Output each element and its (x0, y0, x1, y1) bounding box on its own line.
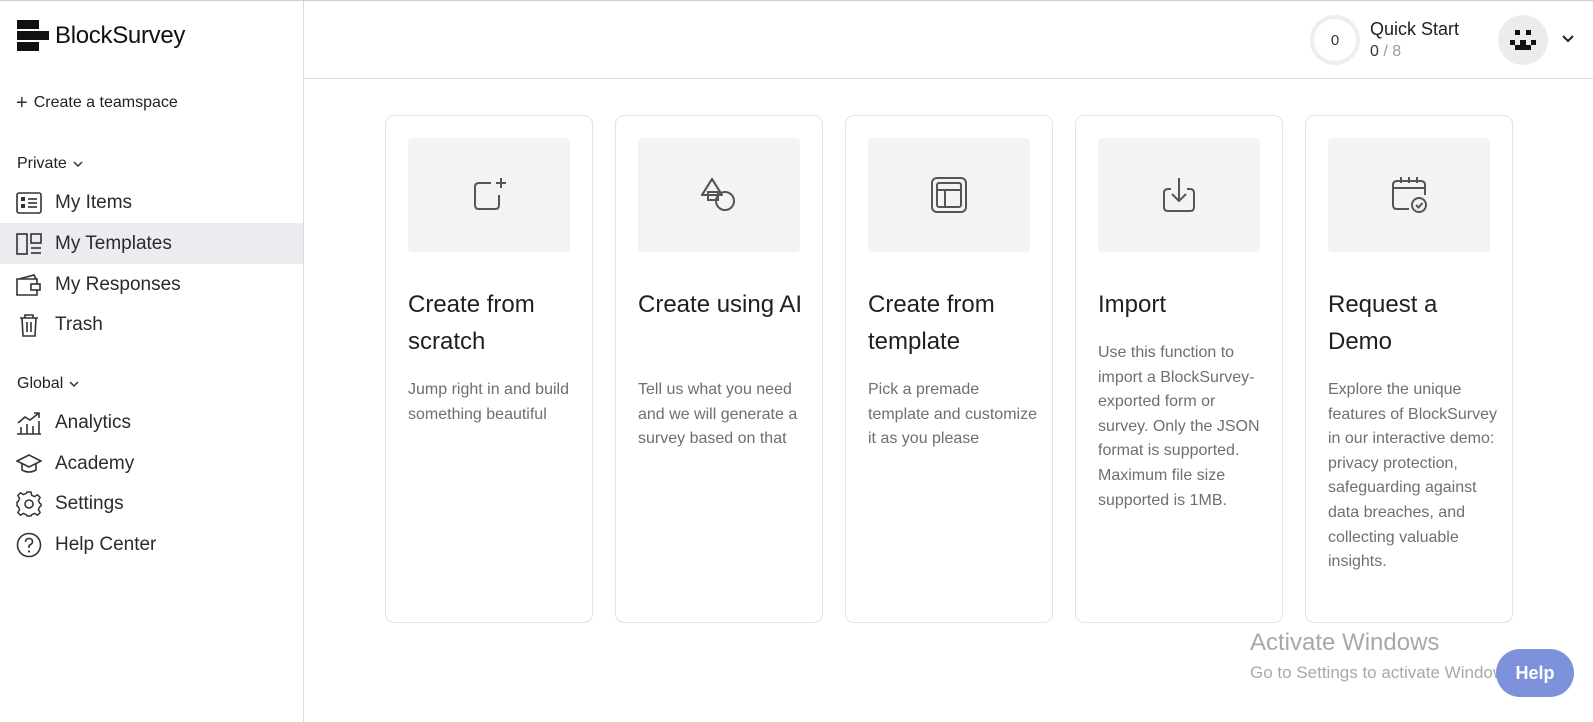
square-plus-icon (474, 178, 506, 210)
sidebar-item-label: My Items (55, 191, 133, 213)
sidebar-item-label: Trash (55, 313, 103, 335)
chevron-down-icon[interactable] (1560, 31, 1576, 47)
card-icon-box (1098, 138, 1260, 252)
sidebar-item-trash[interactable]: Trash (0, 304, 303, 345)
create-teamspace-button[interactable]: + Create a teamspace (16, 92, 178, 114)
shapes-icon (701, 178, 735, 211)
calendar-check-icon (1392, 177, 1427, 213)
private-section-label: Private (17, 155, 67, 172)
chevron-down-icon (69, 381, 79, 388)
sidebar-item-label: My Templates (55, 232, 172, 254)
graduation-cap-icon (16, 453, 42, 473)
quick-start-progress-ring[interactable]: 0 (1310, 15, 1360, 65)
global-section-toggle[interactable]: Global (17, 375, 81, 393)
templates-icon (16, 232, 42, 255)
sidebar-item-label: Analytics (55, 411, 132, 433)
card-description: Jump right in and build something beauti… (408, 381, 569, 423)
download-icon (1163, 178, 1195, 212)
analytics-icon (17, 411, 41, 435)
private-section-toggle[interactable]: Private (17, 155, 85, 173)
card-title: Create from scratch (408, 291, 535, 355)
plus-icon: + (16, 92, 28, 114)
sidebar-item-my-templates[interactable]: My Templates (0, 223, 303, 264)
sidebar-item-my-responses[interactable]: My Responses (0, 264, 303, 305)
layout-icon (931, 177, 967, 213)
quick-start-ring-value: 0 (1330, 31, 1340, 49)
chevron-down-icon (73, 161, 83, 168)
sidebar-item-my-items[interactable]: My Items (0, 182, 303, 223)
quick-start-done: 0 (1370, 43, 1379, 60)
gear-icon (16, 490, 42, 517)
card-description: Use this function to import a BlockSurve… (1098, 344, 1260, 509)
help-button[interactable]: Help (1496, 649, 1574, 697)
quick-start-progress: 0 / 8 (1370, 43, 1401, 61)
sidebar-item-analytics[interactable]: Analytics (0, 402, 303, 443)
create-from-template-card[interactable]: Create from template Pick a premade temp… (845, 115, 1053, 623)
card-title: Import (1098, 291, 1167, 318)
activate-windows-subtitle: Go to Settings to activate Windows. (1250, 663, 1519, 682)
pixel-face-avatar-icon (1510, 30, 1536, 50)
create-teamspace-label: Create a teamspace (33, 94, 178, 111)
import-card[interactable]: Import Use this function to import a Blo… (1075, 115, 1283, 623)
sidebar-item-label: Settings (55, 492, 124, 514)
top-header: 0 Quick Start 0 / 8 (304, 1, 1593, 79)
sidebar-item-label: My Responses (55, 273, 181, 295)
list-icon (16, 191, 42, 214)
help-circle-icon (16, 532, 42, 557)
create-from-scratch-card[interactable]: Create from scratch Jump right in and bu… (385, 115, 593, 623)
sidebar-item-settings[interactable]: Settings (0, 483, 303, 524)
card-title: Create using AI (638, 291, 803, 318)
logo[interactable]: BlockSurvey (17, 19, 185, 53)
sidebar-item-label: Help Center (55, 533, 157, 555)
card-description: Pick a premade template and customize it… (868, 381, 1037, 448)
sidebar: BlockSurvey + Create a teamspace Private… (0, 1, 304, 722)
sidebar-item-academy[interactable]: Academy (0, 443, 303, 484)
wallet-icon (16, 273, 41, 296)
blocksurvey-logo-icon (17, 20, 49, 51)
card-description: Tell us what you need and we will genera… (638, 381, 798, 448)
card-icon-box (638, 138, 800, 252)
request-demo-card[interactable]: Request a Demo Explore the unique featur… (1305, 115, 1513, 623)
quick-start-title[interactable]: Quick Start (1370, 19, 1459, 40)
app-frame: BlockSurvey + Create a teamspace Private… (0, 0, 1593, 722)
trash-icon (20, 313, 38, 337)
logo-text: BlockSurvey (55, 22, 186, 49)
card-icon-box (1328, 138, 1490, 252)
sidebar-item-label: Academy (55, 452, 135, 474)
card-icon-box (868, 138, 1030, 252)
card-description: Explore the unique features of BlockSurv… (1328, 381, 1497, 571)
quick-start-total: / 8 (1383, 43, 1402, 60)
card-title: Request a Demo (1328, 291, 1438, 355)
sidebar-item-help-center[interactable]: Help Center (0, 524, 303, 565)
avatar[interactable] (1498, 15, 1548, 65)
card-icon-box (408, 138, 570, 252)
create-using-ai-card[interactable]: Create using AI Tell us what you need an… (615, 115, 823, 623)
activate-windows-title: Activate Windows (1250, 629, 1440, 656)
global-section-label: Global (17, 375, 64, 392)
card-title: Create from template (868, 291, 995, 355)
